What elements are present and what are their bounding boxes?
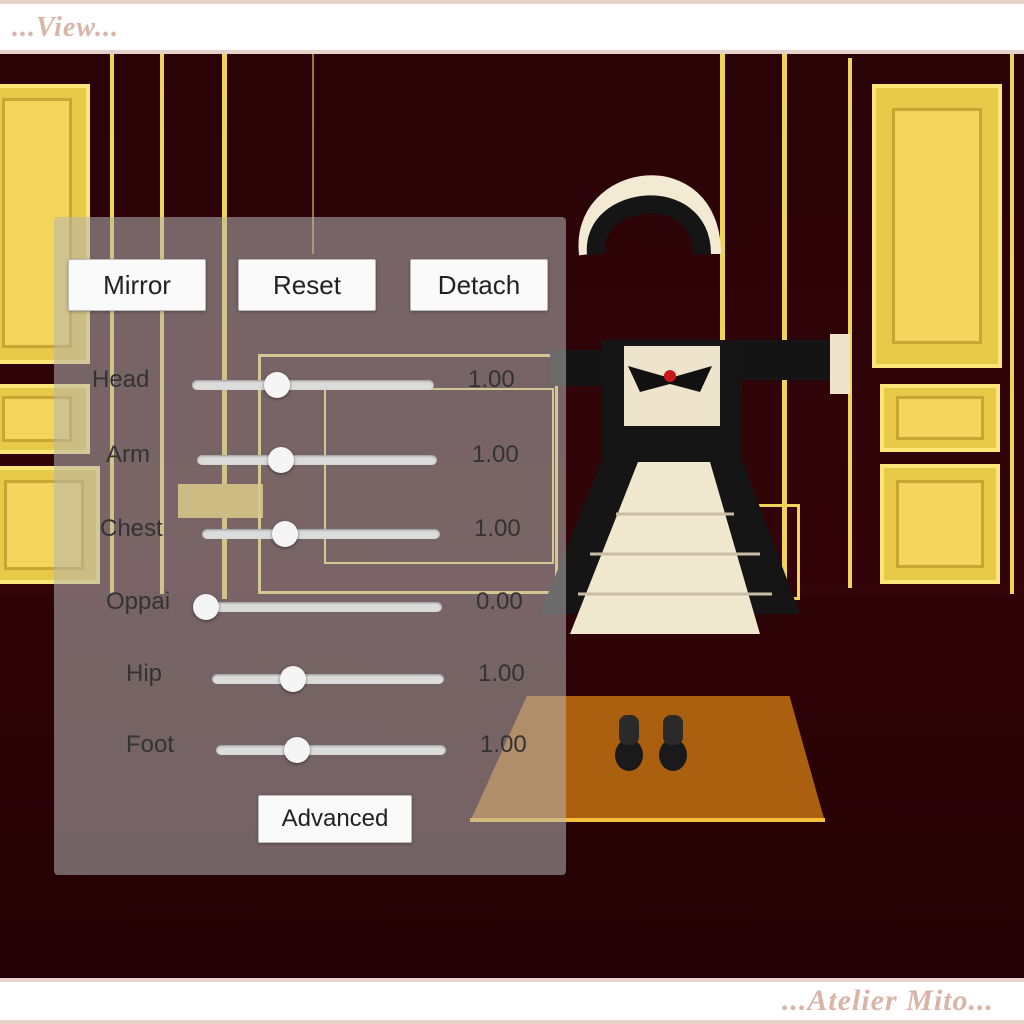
right-small-panel [880,384,1000,452]
right-lower-panel [880,464,1000,584]
maid-dress-icon[interactable] [520,114,860,654]
right-door-panel [872,84,1002,368]
header-band: ...View... [0,0,1024,54]
detach-button[interactable]: Detach [410,259,548,311]
slider-label-oppai: Oppai [106,588,171,615]
scene-viewport[interactable]: Mirror Reset Detach Head 1.00 Arm 1.00 Chest… [0,54,1024,978]
slider-label-chest: Chest [100,515,163,542]
right-small-inset [896,396,984,440]
shoes-icon[interactable] [605,709,695,775]
slider-track-arm[interactable] [197,447,437,473]
right-door-inset [892,108,982,344]
right-lower-inset [896,480,984,568]
slider-track-foot[interactable] [216,737,446,763]
advanced-button[interactable]: Advanced [258,795,412,843]
slider-label-arm: Arm [106,441,150,468]
customization-panel: Mirror Reset Detach Head 1.00 Arm 1.00 Chest… [54,217,566,875]
slider-thumb-foot[interactable] [283,737,310,763]
slider-value-arm: 1.00 [472,441,519,468]
slider-track-head[interactable] [192,372,434,398]
reset-button[interactable]: Reset [238,259,376,311]
slider-thumb-hip[interactable] [280,666,307,692]
slider-value-foot: 1.00 [480,731,527,758]
slider-value-chest: 1.00 [474,515,521,542]
slider-track-chest[interactable] [202,521,440,547]
footer-brand: ...Atelier Mito... [781,984,994,1017]
slider-label-hip: Hip [126,660,163,687]
slider-value-hip: 1.00 [478,660,525,687]
footer-band: ...Atelier Mito... [0,978,1024,1024]
slider-value-oppai: 0.00 [476,588,523,615]
slider-label-head: Head [92,366,150,393]
right-edge-molding [1010,54,1014,594]
slider-thumb-head[interactable] [263,372,290,398]
view-title: ...View... [12,12,119,43]
slider-value-head: 1.00 [468,366,515,393]
slider-track-hip[interactable] [212,666,444,692]
slider-thumb-chest[interactable] [272,521,299,547]
slider-label-foot: Foot [126,731,175,758]
slider-thumb-arm[interactable] [268,447,294,473]
slider-track-oppai[interactable] [193,594,442,620]
mirror-button[interactable]: Mirror [68,259,206,311]
slider-thumb-oppai[interactable] [193,594,219,620]
